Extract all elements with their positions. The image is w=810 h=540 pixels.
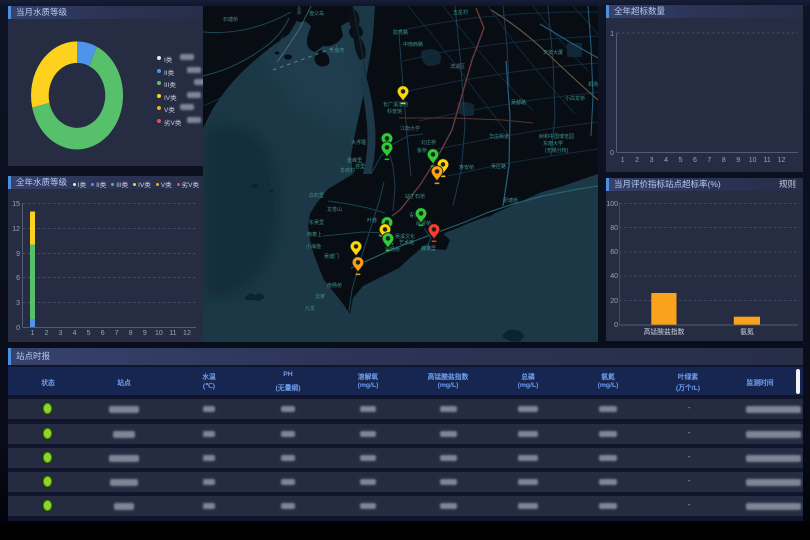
svg-text:东吴里: 东吴里 bbox=[309, 219, 324, 226]
svg-text:叶巷: 叶巷 bbox=[367, 217, 377, 224]
svg-text:石塘桥: 石塘桥 bbox=[223, 16, 238, 23]
svg-text:高锰酸盐指数: 高锰酸盐指数 bbox=[644, 327, 685, 336]
svg-text:60: 60 bbox=[610, 249, 618, 256]
svg-text:0: 0 bbox=[614, 322, 618, 329]
svg-text:长广溪湿地: 长广溪湿地 bbox=[383, 101, 408, 108]
svg-text:薛家里: 薛家里 bbox=[421, 245, 436, 252]
svg-text:祝塘桥: 祝塘桥 bbox=[503, 197, 518, 204]
svg-text:九龙: 九龙 bbox=[305, 305, 315, 312]
svg-text:1: 1 bbox=[610, 31, 614, 38]
svg-text:大渔湾: 大渔湾 bbox=[329, 47, 344, 54]
svg-text:机场路: 机场路 bbox=[588, 81, 598, 88]
svg-text:0: 0 bbox=[16, 325, 20, 332]
svg-text:3: 3 bbox=[650, 157, 654, 164]
svg-text:科普馆: 科普馆 bbox=[387, 108, 402, 115]
svg-text:80: 80 bbox=[610, 225, 618, 232]
svg-text:南杨桥: 南杨桥 bbox=[327, 282, 342, 289]
svg-text:中南西路: 中南西路 bbox=[403, 41, 423, 48]
svg-text:6: 6 bbox=[16, 275, 20, 282]
svg-text:东南大学: 东南大学 bbox=[543, 140, 563, 147]
svg-text:小白龙桥: 小白龙桥 bbox=[565, 95, 585, 102]
svg-text:7: 7 bbox=[707, 157, 711, 164]
svg-text:7: 7 bbox=[115, 330, 119, 337]
svg-text:五星村: 五星村 bbox=[453, 9, 468, 16]
svg-text:北庄桥: 北庄桥 bbox=[421, 139, 436, 146]
svg-text:1: 1 bbox=[621, 157, 625, 164]
svg-text:龙苍山: 龙苍山 bbox=[327, 206, 342, 213]
svg-text:(无锡分校): (无锡分校) bbox=[545, 147, 569, 154]
svg-text:江南大学: 江南大学 bbox=[400, 125, 420, 132]
svg-text:艺术馆: 艺术馆 bbox=[399, 239, 414, 246]
svg-text:寿安桥: 寿安桥 bbox=[459, 164, 474, 171]
svg-text:6: 6 bbox=[101, 330, 105, 337]
svg-text:5: 5 bbox=[679, 157, 683, 164]
svg-text:小海渔: 小海渔 bbox=[306, 243, 321, 250]
svg-text:11: 11 bbox=[169, 330, 176, 337]
svg-text:华庄街道: 华庄街道 bbox=[489, 133, 509, 140]
svg-text:容里: 容里 bbox=[355, 163, 365, 170]
svg-text:9: 9 bbox=[16, 251, 20, 258]
svg-text:吴都路: 吴都路 bbox=[511, 99, 526, 106]
svg-text:2: 2 bbox=[44, 330, 48, 337]
svg-text:20: 20 bbox=[610, 298, 618, 305]
svg-text:3: 3 bbox=[16, 300, 20, 307]
svg-text:100: 100 bbox=[606, 201, 618, 208]
svg-text:羊岐村: 羊岐村 bbox=[340, 167, 355, 174]
svg-text:滨湖区: 滨湖区 bbox=[450, 63, 465, 70]
svg-text:隐秀路: 隐秀路 bbox=[393, 29, 408, 36]
svg-text:40: 40 bbox=[610, 273, 618, 280]
svg-text:8: 8 bbox=[722, 157, 726, 164]
svg-text:树和中国博览园: 树和中国博览园 bbox=[539, 133, 574, 140]
svg-text:沈家: 沈家 bbox=[315, 293, 325, 300]
svg-text:12: 12 bbox=[183, 330, 191, 337]
svg-text:天安大厦: 天安大厦 bbox=[543, 49, 563, 56]
svg-text:2: 2 bbox=[635, 157, 639, 164]
svg-text:南泰上: 南泰上 bbox=[307, 231, 322, 238]
svg-text:10: 10 bbox=[749, 157, 757, 164]
svg-text:吴区路: 吴区路 bbox=[491, 163, 506, 170]
svg-text:11: 11 bbox=[763, 157, 770, 164]
svg-text:9: 9 bbox=[143, 330, 147, 337]
svg-text:8: 8 bbox=[129, 330, 133, 337]
svg-text:大浮堰: 大浮堰 bbox=[351, 139, 366, 146]
svg-text:0: 0 bbox=[610, 150, 614, 157]
svg-text:氨氮: 氨氮 bbox=[740, 327, 754, 336]
svg-text:3: 3 bbox=[59, 330, 63, 337]
svg-text:白石里: 白石里 bbox=[309, 192, 324, 199]
svg-text:站丁石桥: 站丁石桥 bbox=[405, 193, 425, 200]
svg-text:10: 10 bbox=[155, 330, 163, 337]
svg-text:5: 5 bbox=[87, 330, 91, 337]
svg-text:重峰里: 重峰里 bbox=[347, 157, 362, 164]
svg-text:9: 9 bbox=[736, 157, 740, 164]
svg-text:1: 1 bbox=[30, 330, 34, 337]
svg-text:15: 15 bbox=[12, 201, 20, 208]
svg-text:6: 6 bbox=[693, 157, 697, 164]
svg-text:12: 12 bbox=[12, 226, 20, 233]
svg-text:尚贤桥: 尚贤桥 bbox=[416, 220, 431, 227]
svg-text:吴塘门: 吴塘门 bbox=[324, 253, 339, 260]
svg-text:渔父岛: 渔父岛 bbox=[309, 10, 324, 17]
svg-text:4: 4 bbox=[73, 330, 77, 337]
svg-text:板桥: 板桥 bbox=[417, 147, 427, 154]
svg-text:4: 4 bbox=[664, 157, 668, 164]
svg-text:吴溪文化: 吴溪文化 bbox=[395, 233, 415, 240]
svg-text:12: 12 bbox=[778, 157, 786, 164]
